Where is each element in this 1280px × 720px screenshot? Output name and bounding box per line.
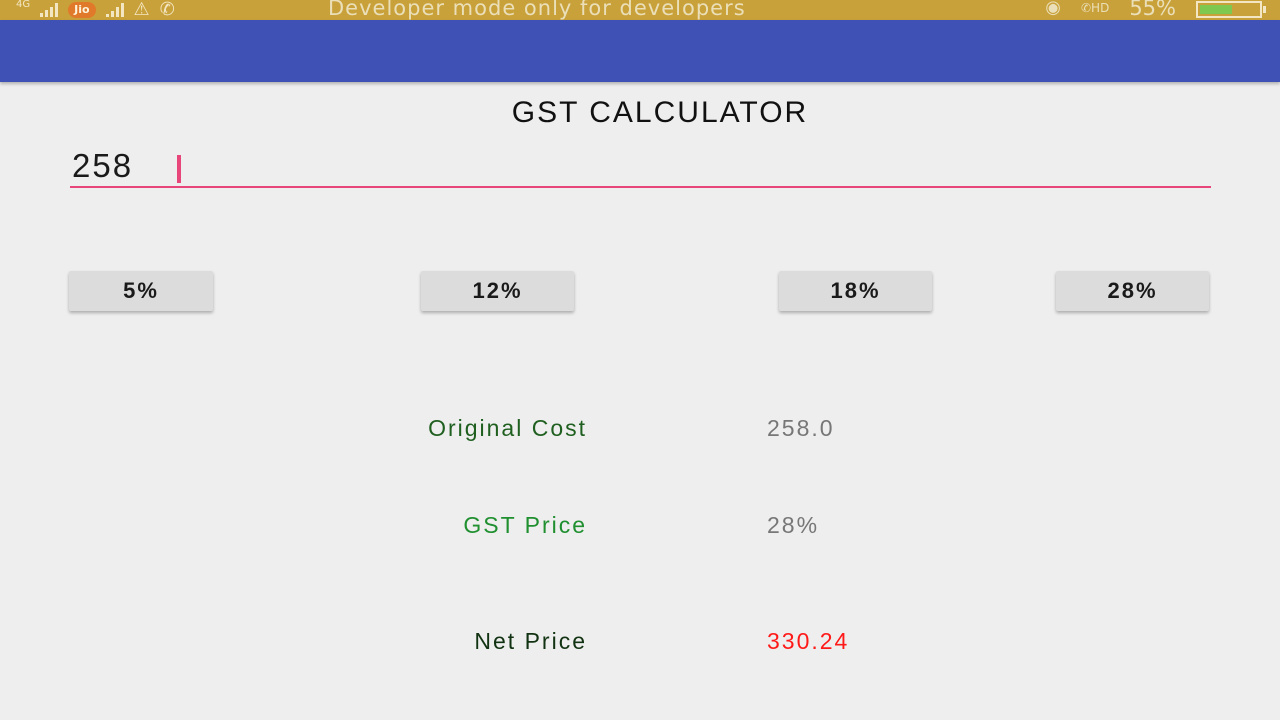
status-left: 4G Jio ⚠ ✆ xyxy=(16,0,175,20)
rate-button-12[interactable]: 12% xyxy=(421,271,574,311)
rate-button-18[interactable]: 18% xyxy=(779,271,932,311)
carrier-badge: Jio xyxy=(68,2,96,18)
developer-mode-notice: Developer mode only for developers xyxy=(328,0,746,20)
rate-button-28[interactable]: 28% xyxy=(1056,271,1209,311)
app-bar xyxy=(0,20,1280,82)
status-right: ◉ ✆HD 55% xyxy=(1045,0,1266,20)
gst-price-label: GST Price xyxy=(463,512,587,538)
original-cost-value: 258.0 xyxy=(767,415,835,441)
net-price-label: Net Price xyxy=(474,628,587,654)
status-bar: 4G Jio ⚠ ✆ Developer mode only for devel… xyxy=(0,0,1280,20)
hd-call-icon: ✆HD xyxy=(1080,1,1110,15)
battery-icon xyxy=(1196,1,1266,18)
eye-icon: ◉ xyxy=(1045,0,1061,18)
amount-input[interactable] xyxy=(70,146,1211,188)
original-cost-label: Original Cost xyxy=(428,415,587,441)
net-price-value: 330.24 xyxy=(767,628,850,654)
signal-icon-2 xyxy=(105,3,124,17)
page-title: GST CALCULATOR xyxy=(511,96,809,129)
text-cursor xyxy=(177,155,181,183)
battery-fill xyxy=(1200,5,1232,14)
network-type: 4G xyxy=(16,0,31,10)
warning-icon: ⚠ xyxy=(133,0,150,20)
hd-label: HD xyxy=(1091,1,1110,15)
battery-percent: 55% xyxy=(1129,0,1176,20)
whatsapp-icon: ✆ xyxy=(159,0,175,20)
signal-icon xyxy=(40,3,59,17)
gst-price-value: 28% xyxy=(767,512,820,538)
rate-button-5[interactable]: 5% xyxy=(69,271,213,311)
